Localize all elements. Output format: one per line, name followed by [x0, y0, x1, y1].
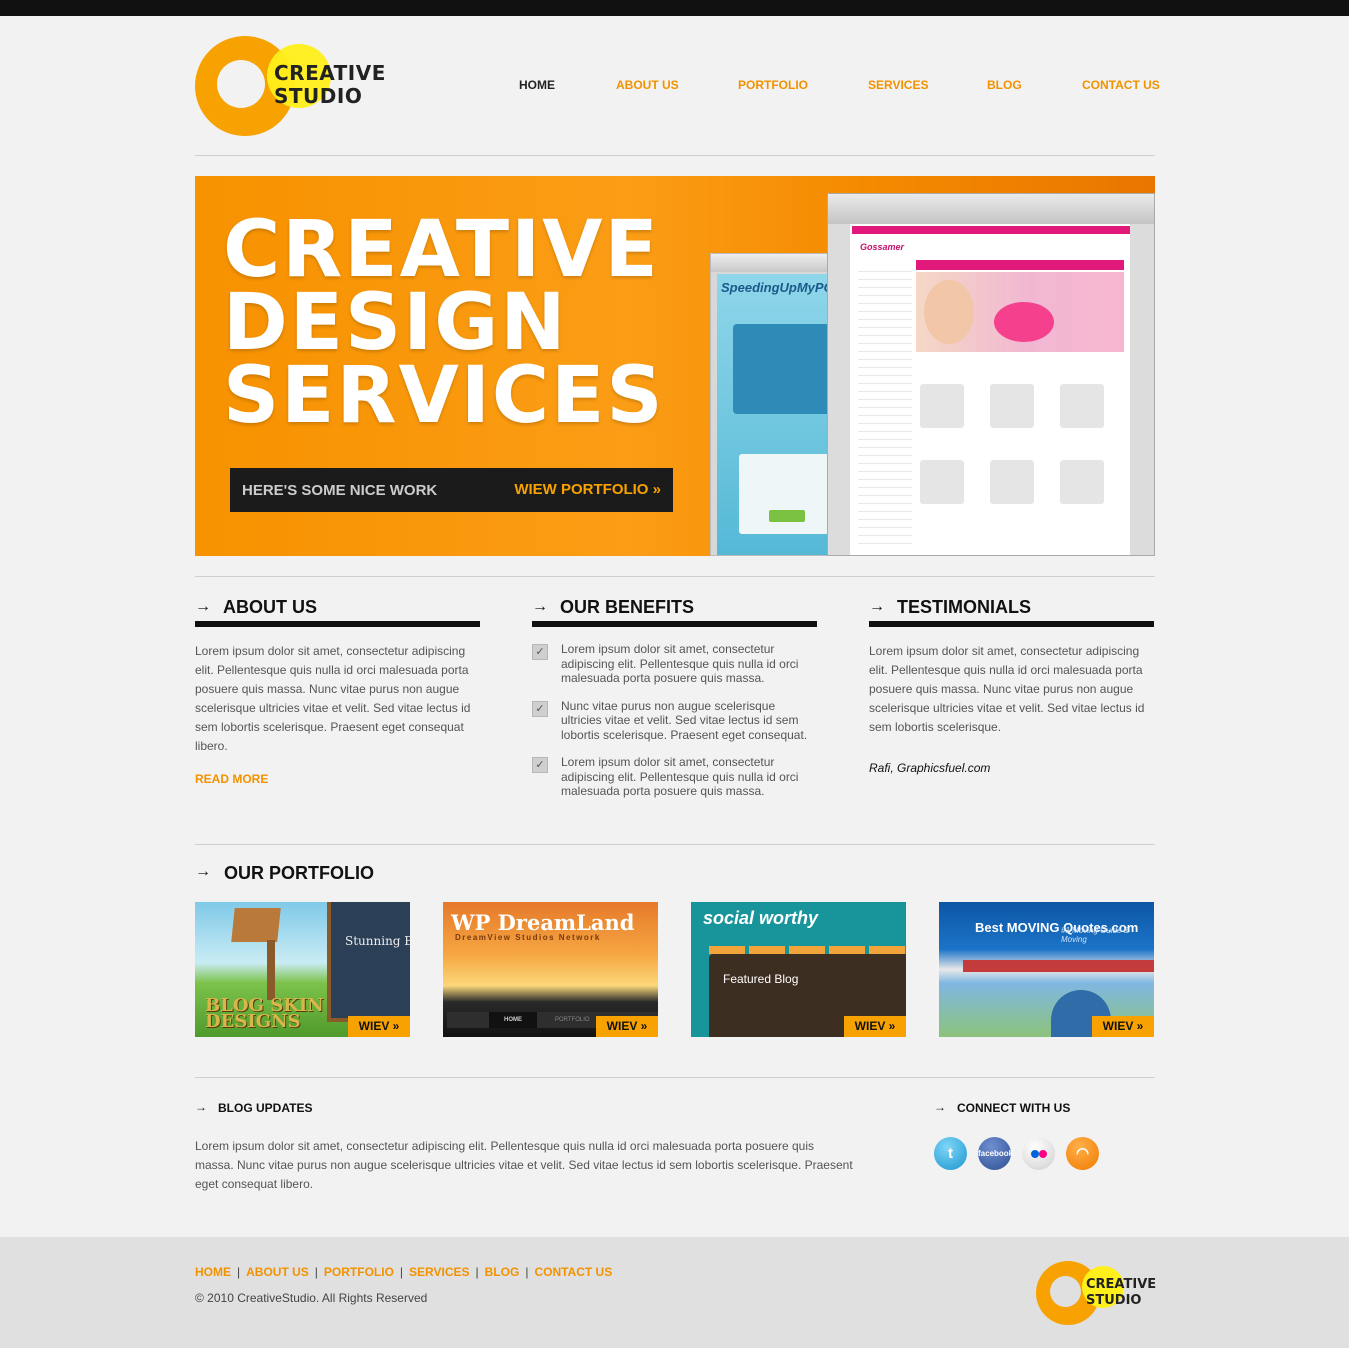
benefit-item: ✓ Nunc vitae purus non augue scelerisque …: [532, 699, 817, 743]
arrow-right-icon: →: [195, 598, 211, 615]
checkmark-icon: ✓: [532, 700, 548, 717]
cta-tagline: HERE'S SOME NICE WORK: [242, 482, 438, 499]
flickr-icon[interactable]: [1022, 1137, 1055, 1170]
view-button[interactable]: WIEV »: [348, 1016, 410, 1037]
benefit-item: ✓ Lorem ipsum dolor sit amet, consectetur…: [532, 642, 817, 686]
blog-updates-title: → BLOG UPDATES: [195, 1100, 313, 1115]
testimonial-text: Lorem ipsum dolor sit amet, consectetur …: [869, 644, 1145, 734]
portfolio-item-best-moving-quotes[interactable]: Best MOVING Quotes.com #1 Moving Guide &…: [939, 902, 1154, 1037]
portfolio-item-wp-dreamland[interactable]: WP DreamLand DreamView Studios Network H…: [443, 902, 658, 1037]
portfolio-title: → OUR PORTFOLIO: [195, 863, 374, 883]
arrow-right-icon: →: [195, 863, 211, 880]
birdhouse-graphic: [231, 908, 281, 942]
footer: HOME | ABOUT US | PORTFOLIO | SERVICES | BLOG | CO…: [0, 1237, 1349, 1348]
our-benefits-section: → OUR BENEFITS ✓ Lorem ipsum dolor sit ame…: [532, 596, 817, 799]
portfolio-item-social-worthy[interactable]: social worthy Featured Blog WIEV »: [691, 902, 906, 1037]
screenshot-brand: Gossamer: [860, 242, 905, 252]
arrow-right-icon: →: [869, 598, 885, 615]
about-us-section: → ABOUT US Lorem ipsum dolor sit amet, co…: [195, 596, 480, 786]
view-button[interactable]: WIEV »: [596, 1016, 658, 1037]
arrow-right-icon: →: [195, 1100, 207, 1114]
screenshot-signup-form: [739, 454, 829, 534]
nav-blog[interactable]: BLOG: [987, 78, 1022, 92]
nav-portfolio[interactable]: PORTFOLIO: [738, 78, 808, 92]
footer-link-portfolio[interactable]: PORTFOLIO: [324, 1265, 394, 1279]
screenshot-illustration: [733, 324, 833, 414]
screenshot-product-grid: [920, 384, 1120, 554]
footer-link-blog[interactable]: BLOG: [485, 1265, 520, 1279]
footer-link-services[interactable]: SERVICES: [409, 1265, 469, 1279]
section-title: → ABOUT US: [195, 596, 480, 627]
divider: [195, 155, 1155, 156]
twitter-icon[interactable]: t: [934, 1137, 967, 1170]
view-button[interactable]: WIEV »: [1092, 1016, 1154, 1037]
website-screenshot-speedingup: SpeedingUpMyPC: [710, 253, 840, 556]
screenshot-banner: [916, 272, 1124, 352]
view-button[interactable]: WIEV »: [844, 1016, 906, 1037]
footer-logo[interactable]: CREATIVE STUDIO: [1036, 1261, 1161, 1325]
checkmark-icon: ✓: [532, 644, 548, 660]
benefit-item: ✓ Lorem ipsum dolor sit amet, consectetur…: [532, 755, 817, 799]
nav-services[interactable]: SERVICES: [868, 78, 928, 92]
divider: [195, 576, 1155, 577]
browser-toolbar: [711, 254, 839, 272]
view-portfolio-button[interactable]: WIEW PORTFOLIO »: [514, 481, 661, 498]
footer-link-home[interactable]: HOME: [195, 1265, 231, 1279]
checkmark-icon: ✓: [532, 757, 548, 773]
portfolio-item-blog-skin-designs[interactable]: Stunning Blog S BLOG SKIN DESIGNS WIEV »: [195, 902, 410, 1037]
hero-banner: CREATIVE DESIGN SERVICES HERE'S SOME NIC…: [195, 176, 1155, 556]
top-bar: [0, 0, 1349, 16]
nav-about-us[interactable]: ABOUT US: [616, 78, 679, 92]
footer-links: HOME | ABOUT US | PORTFOLIO | SERVICES | BLOG | CO…: [195, 1265, 613, 1279]
divider: [195, 1077, 1155, 1078]
main-nav: HOME ABOUT US PORTFOLIO SERVICES BLOG CO…: [0, 78, 1349, 98]
screenshot-sidebar: [858, 264, 912, 544]
hero-headline: CREATIVE DESIGN SERVICES: [223, 205, 665, 441]
hero-cta-bar: HERE'S SOME NICE WORK WIEW PORTFOLIO »: [230, 468, 673, 512]
read-more-link[interactable]: READ MORE: [195, 772, 480, 786]
facebook-icon[interactable]: facebook: [978, 1137, 1013, 1170]
footer-link-contact-us[interactable]: CONTACT US: [534, 1265, 612, 1279]
screenshot-title: SpeedingUpMyPC: [721, 280, 833, 295]
testimonial-author: Rafi, Graphicsfuel.com: [869, 761, 991, 775]
arrow-right-icon: →: [934, 1100, 946, 1114]
rss-icon[interactable]: ◠: [1066, 1137, 1099, 1170]
blog-text: Lorem ipsum dolor sit amet, consectetur …: [195, 1139, 853, 1191]
footer-link-about-us[interactable]: ABOUT US: [246, 1265, 309, 1279]
testimonials-section: → TESTIMONIALS Lorem ipsum dolor sit amet…: [869, 596, 1154, 775]
nav-contact-us[interactable]: CONTACT US: [1082, 78, 1160, 92]
section-title: → TESTIMONIALS: [869, 596, 1154, 627]
copyright: © 2010 CreativeStudio. All Rights Reserv…: [195, 1291, 428, 1305]
connect-title: → CONNECT WITH US: [934, 1100, 1071, 1115]
section-title: → OUR BENEFITS: [532, 596, 817, 627]
divider: [195, 844, 1155, 845]
arrow-right-icon: →: [532, 598, 548, 615]
about-text: Lorem ipsum dolor sit amet, consectetur …: [195, 644, 471, 753]
website-screenshot-gossamer: Gossamer: [827, 193, 1155, 556]
nav-home[interactable]: HOME: [519, 78, 555, 92]
browser-toolbar: [828, 194, 1154, 224]
